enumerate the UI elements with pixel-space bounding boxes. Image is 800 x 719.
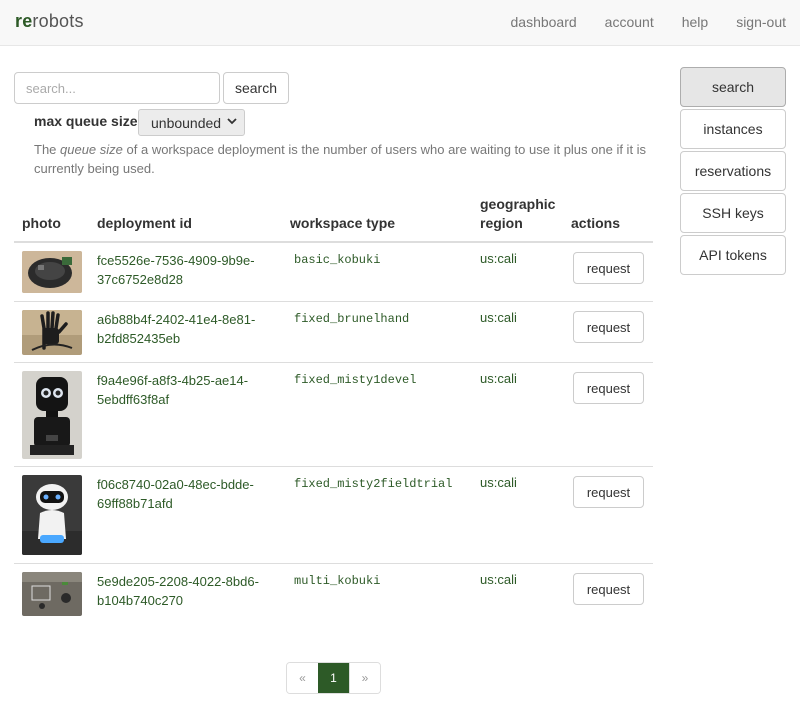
max-queue-selected: unbounded bbox=[151, 114, 222, 131]
col-photo: photo bbox=[22, 215, 61, 231]
region: us:cali bbox=[480, 310, 517, 325]
table-row: f06c8740-02a0-48ec-bdde-69ff88b71afd fix… bbox=[14, 467, 653, 564]
robot-photo bbox=[22, 572, 82, 616]
pagination: « 1 » bbox=[286, 662, 381, 694]
request-button[interactable]: request bbox=[573, 372, 644, 404]
request-button[interactable]: request bbox=[573, 252, 644, 284]
pagination-prev[interactable]: « bbox=[287, 663, 318, 693]
sidebar-item-reservations[interactable]: reservations bbox=[680, 151, 786, 191]
table-row: fce5526e-7536-4909-9b9e-37c6752e8d28 bas… bbox=[14, 243, 653, 302]
deployment-id[interactable]: fce5526e-7536-4909-9b9e-37c6752e8d28 bbox=[97, 251, 277, 289]
sidebar-item-api-tokens[interactable]: API tokens bbox=[680, 235, 786, 275]
table-row: 5e9de205-2208-4022-8bd6-b104b740c270 mul… bbox=[14, 564, 653, 616]
workspace-type: fixed_brunelhand bbox=[294, 312, 410, 326]
pagination-next[interactable]: » bbox=[349, 663, 380, 693]
col-deployment-id: deployment id bbox=[97, 215, 192, 231]
deployment-id[interactable]: f9a4e96f-a8f3-4b25-ae14-5ebdff63f8af bbox=[97, 371, 277, 409]
nav-link-account[interactable]: account bbox=[605, 14, 654, 30]
request-button[interactable]: request bbox=[573, 311, 644, 343]
deployment-id[interactable]: 5e9de205-2208-4022-8bd6-b104b740c270 bbox=[97, 572, 277, 610]
col-workspace-type: workspace type bbox=[290, 215, 396, 231]
robot-photo bbox=[22, 475, 82, 555]
nav-links: dashboard account help sign-out bbox=[483, 14, 787, 30]
search-button[interactable]: search bbox=[223, 72, 289, 104]
workspace-type: basic_kobuki bbox=[294, 253, 381, 267]
chevron-down-icon bbox=[227, 117, 237, 128]
region: us:cali bbox=[480, 251, 517, 266]
brand-logo[interactable]: rerobots bbox=[15, 11, 84, 32]
sidebar-item-search[interactable]: search bbox=[680, 67, 786, 107]
navbar: rerobots dashboard account help sign-out bbox=[0, 0, 800, 46]
workspace-type: multi_kobuki bbox=[294, 574, 381, 588]
workspace-type: fixed_misty1devel bbox=[294, 373, 417, 387]
deployment-id[interactable]: a6b88b4f-2402-41e4-8e81-b2fd852435eb bbox=[97, 310, 277, 348]
nav-link-sign-out[interactable]: sign-out bbox=[736, 14, 786, 30]
workspace-type: fixed_misty2fieldtrial bbox=[294, 477, 453, 491]
queue-size-help: The queue size of a workspace deployment… bbox=[34, 142, 647, 176]
region: us:cali bbox=[480, 572, 517, 587]
request-button[interactable]: request bbox=[573, 573, 644, 605]
max-queue-label: max queue size bbox=[34, 113, 138, 129]
sidebar-nav: search instances reservations SSH keys A… bbox=[680, 67, 786, 277]
search-input[interactable] bbox=[14, 72, 220, 104]
sidebar-item-ssh-keys[interactable]: SSH keys bbox=[680, 193, 786, 233]
sidebar-item-instances[interactable]: instances bbox=[680, 109, 786, 149]
table-row: f9a4e96f-a8f3-4b25-ae14-5ebdff63f8af fix… bbox=[14, 363, 653, 467]
col-region: geographic region bbox=[480, 196, 556, 231]
nav-link-dashboard[interactable]: dashboard bbox=[511, 14, 577, 30]
robot-photo bbox=[22, 371, 82, 459]
region: us:cali bbox=[480, 475, 517, 490]
region: us:cali bbox=[480, 371, 517, 386]
nav-link-help[interactable]: help bbox=[682, 14, 708, 30]
table-row: a6b88b4f-2402-41e4-8e81-b2fd852435eb fix… bbox=[14, 302, 653, 363]
col-actions: actions bbox=[571, 215, 621, 231]
robot-photo bbox=[22, 251, 82, 293]
deployment-id[interactable]: f06c8740-02a0-48ec-bdde-69ff88b71afd bbox=[97, 475, 277, 513]
max-queue-select[interactable]: unbounded bbox=[138, 109, 245, 136]
robot-photo bbox=[22, 310, 82, 355]
request-button[interactable]: request bbox=[573, 476, 644, 508]
table-header: photo deployment id workspace type geogr… bbox=[14, 190, 653, 243]
pagination-current-page[interactable]: 1 bbox=[318, 663, 349, 693]
